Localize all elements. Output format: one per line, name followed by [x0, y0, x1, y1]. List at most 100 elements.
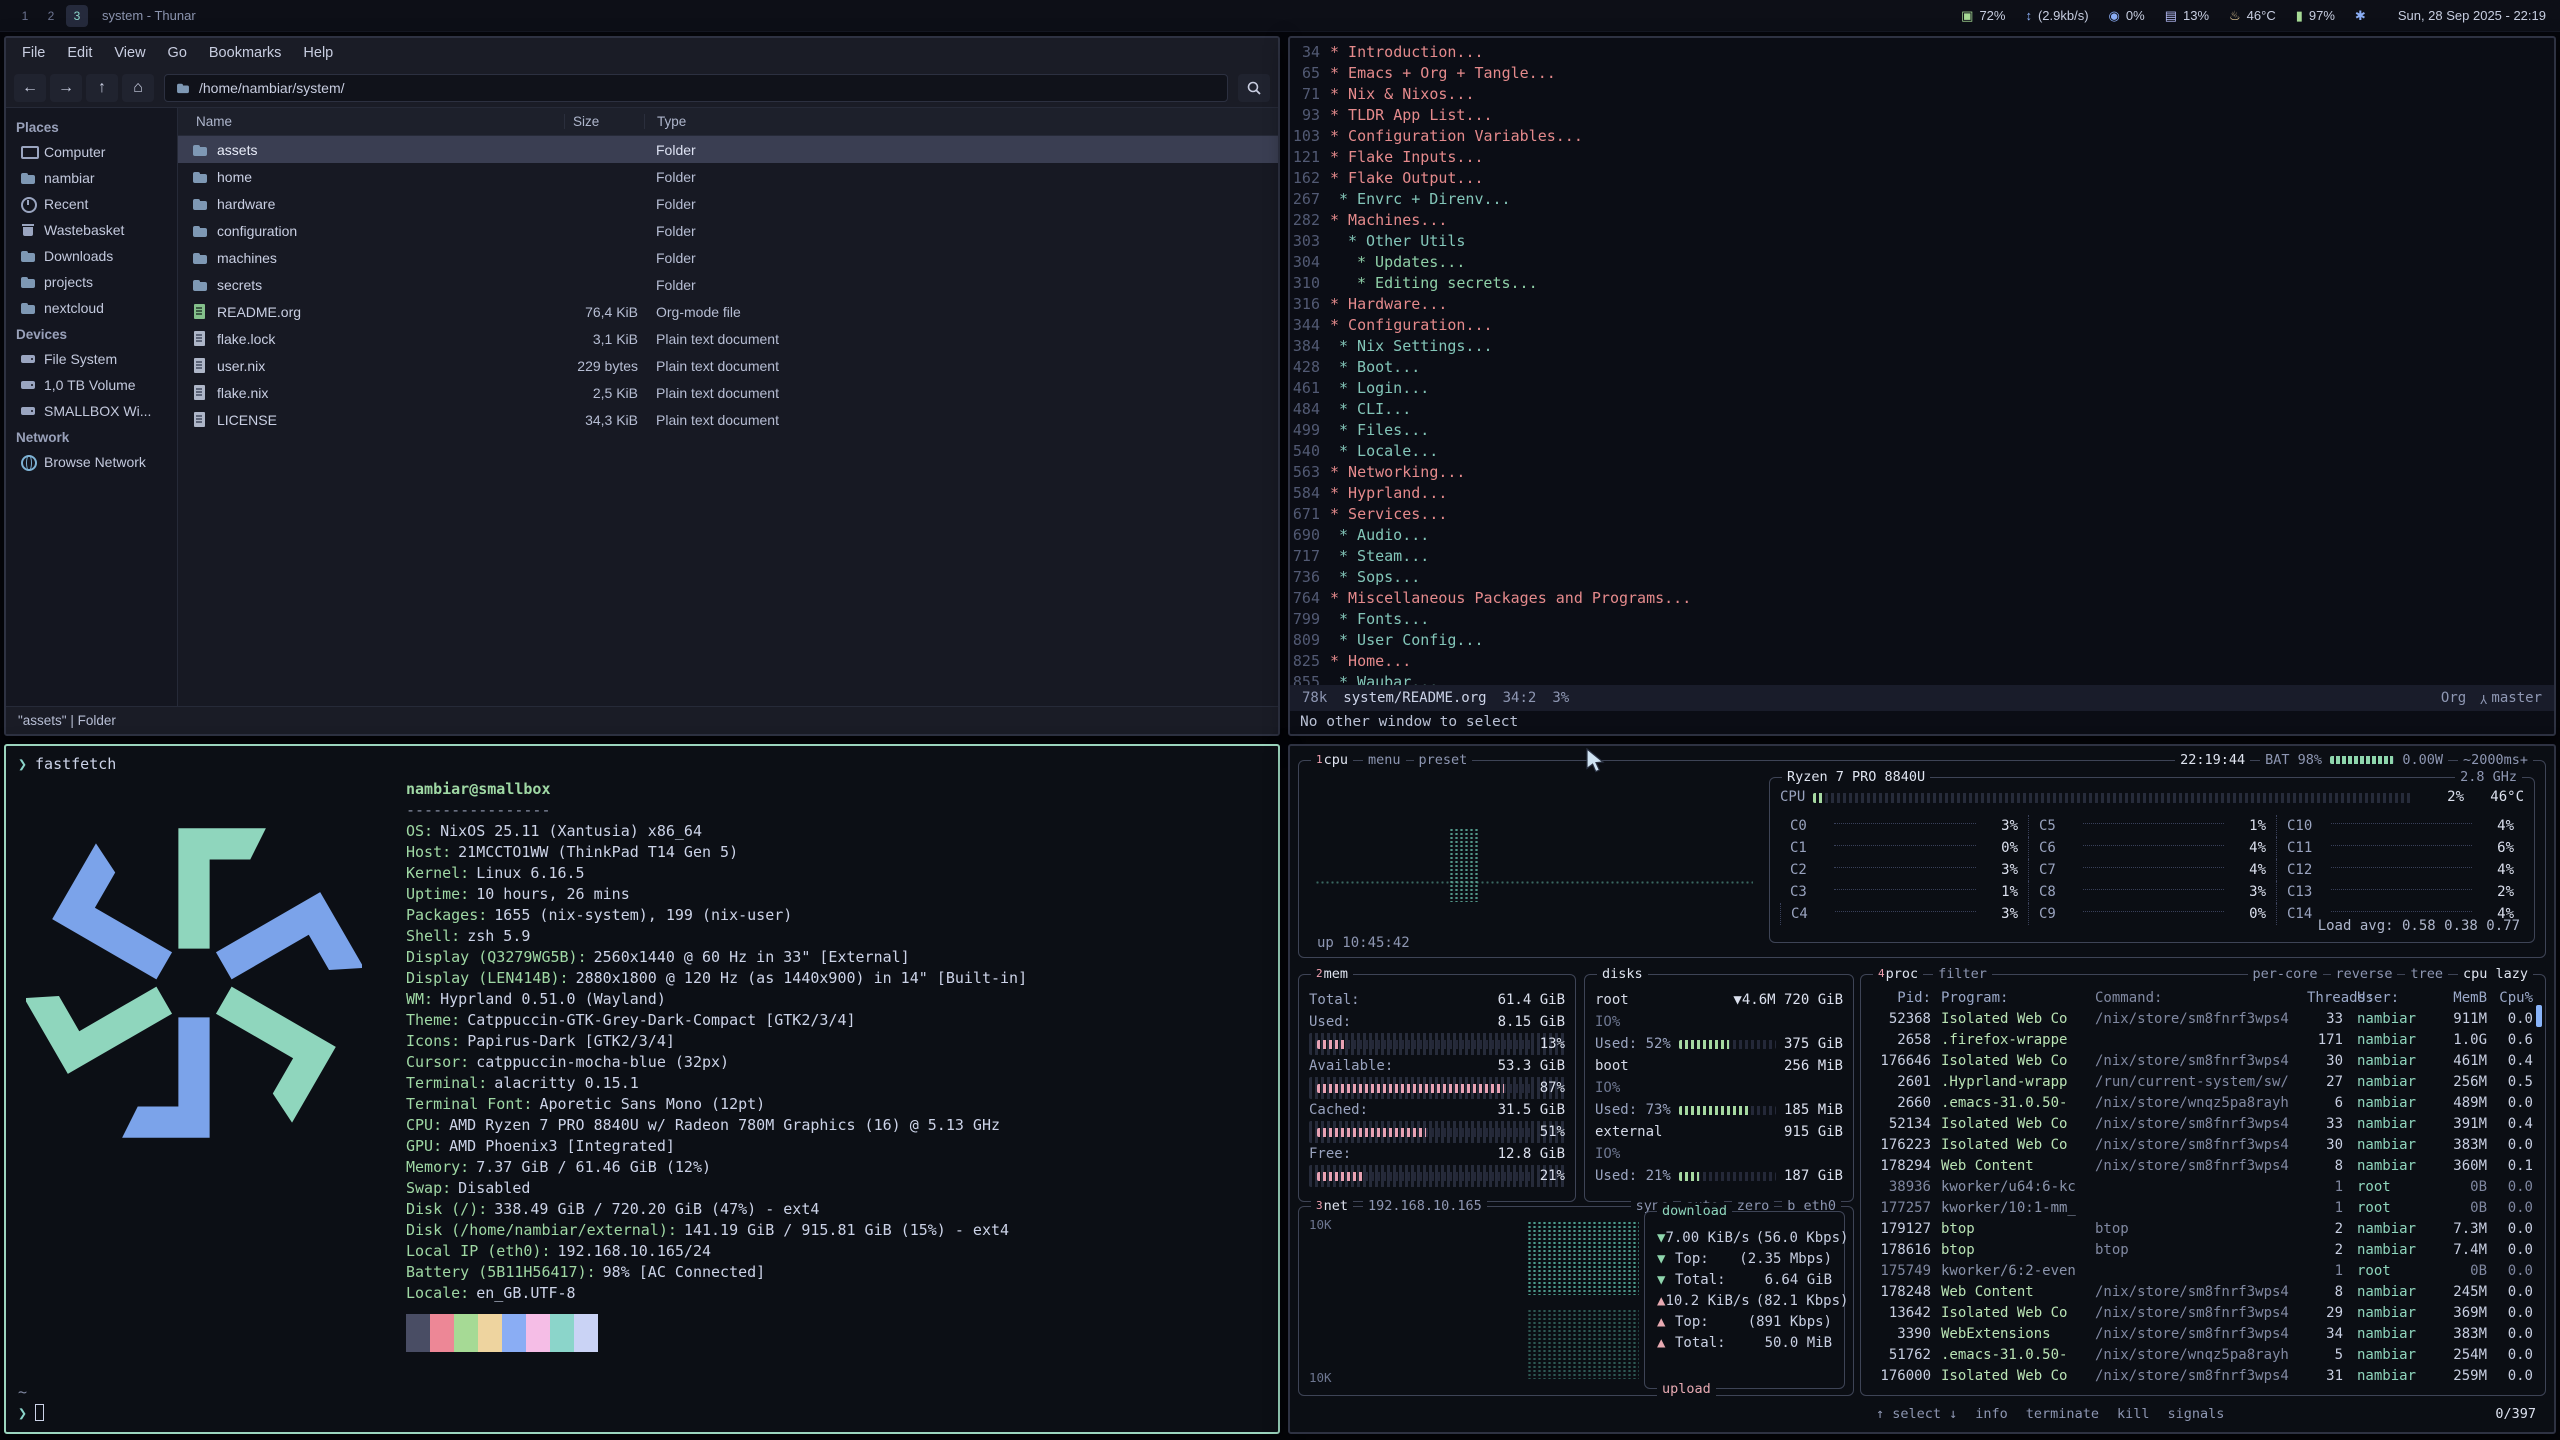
file-row[interactable]: machines Folder — [178, 244, 1278, 271]
org-heading-line[interactable]: 303 * Other Utils — [1290, 231, 2554, 252]
forward-icon[interactable]: → — [50, 74, 82, 102]
sidebar-item[interactable]: nambiar — [6, 165, 177, 191]
org-heading-line[interactable]: 316 * Hardware... — [1290, 294, 2554, 315]
org-heading-line[interactable]: 461 * Login... — [1290, 378, 2554, 399]
col-cpu[interactable]: Cpu% — [2487, 989, 2533, 1008]
org-heading-line[interactable]: 809 * User Config... — [1290, 630, 2554, 651]
shell-prompt[interactable]: ❯ — [18, 1403, 1266, 1424]
org-heading-line[interactable]: 499 * Files... — [1290, 420, 2554, 441]
org-heading-line[interactable]: 121 * Flake Inputs... — [1290, 147, 2554, 168]
org-heading-line[interactable]: 584 * Hyprland... — [1290, 483, 2554, 504]
org-heading-line[interactable]: 799 * Fonts... — [1290, 609, 2554, 630]
process-row[interactable]: 52134 Isolated Web Co /nix/store/sm8fnrf… — [1865, 1114, 2541, 1135]
file-row[interactable]: LICENSE 34,3 KiB Plain text document — [178, 406, 1278, 433]
file-row[interactable]: assets Folder — [178, 136, 1278, 163]
process-row[interactable]: 178294 Web Content /nix/store/sm8fnrf3wp… — [1865, 1156, 2541, 1177]
file-row[interactable]: README.org 76,4 KiB Org-mode file — [178, 298, 1278, 325]
org-heading-line[interactable]: 162 * Flake Output... — [1290, 168, 2554, 189]
org-heading-line[interactable]: 690 * Audio... — [1290, 525, 2554, 546]
file-row[interactable]: flake.lock 3,1 KiB Plain text document — [178, 325, 1278, 352]
process-row[interactable]: 13642 Isolated Web Co /nix/store/sm8fnrf… — [1865, 1303, 2541, 1324]
footer-action[interactable]: terminate — [2026, 1405, 2099, 1424]
workspace-button[interactable]: 3 — [66, 5, 88, 27]
sidebar-item[interactable]: Browse Network — [6, 449, 177, 475]
org-heading-line[interactable]: 65 * Emacs + Org + Tangle... — [1290, 63, 2554, 84]
org-heading-line[interactable]: 93 * TLDR App List... — [1290, 105, 2554, 126]
menu-item[interactable]: Bookmarks — [199, 41, 292, 65]
footer-action[interactable]: ↑ select ↓ — [1876, 1405, 1957, 1424]
sort-selector[interactable]: cpu lazy — [2458, 966, 2533, 982]
org-heading-line[interactable]: 736 * Sops... — [1290, 567, 2554, 588]
org-heading-line[interactable]: 103 * Configuration Variables... — [1290, 126, 2554, 147]
org-heading-line[interactable]: 671 * Services... — [1290, 504, 2554, 525]
process-row[interactable]: 2660 .emacs-31.0.50- /nix/store/wnqz5pa8… — [1865, 1093, 2541, 1114]
org-heading-line[interactable]: 563 * Networking... — [1290, 462, 2554, 483]
process-row[interactable]: 175749 kworker/6:2-even 1 root 0B 0.0 — [1865, 1261, 2541, 1282]
cpu-panel-button[interactable]: preset — [1414, 752, 1473, 768]
file-row[interactable]: home Folder — [178, 163, 1278, 190]
org-heading-line[interactable]: 344 * Configuration... — [1290, 315, 2554, 336]
org-heading-line[interactable]: 34 * Introduction... — [1290, 42, 2554, 63]
process-option[interactable]: tree — [2405, 966, 2448, 982]
process-row[interactable]: 179127 btop btop 2 nambiar 7.3M 0.0 — [1865, 1219, 2541, 1240]
process-option[interactable]: per-core — [2248, 966, 2323, 982]
column-header-size[interactable]: Size — [564, 114, 644, 129]
col-command[interactable]: Command: — [2089, 989, 2307, 1008]
sidebar-item[interactable]: Recent — [6, 191, 177, 217]
filter-button[interactable]: filter — [1933, 966, 1992, 982]
col-pid[interactable]: Pid: — [1873, 989, 1931, 1008]
sidebar-item[interactable]: Computer — [6, 139, 177, 165]
sidebar-item[interactable]: 1,0 TB Volume — [6, 372, 177, 398]
process-row[interactable]: 176223 Isolated Web Co /nix/store/sm8fnr… — [1865, 1135, 2541, 1156]
org-heading-line[interactable]: 717 * Steam... — [1290, 546, 2554, 567]
path-bar[interactable]: /home/nambiar/system/ — [164, 74, 1228, 102]
org-heading-line[interactable]: 825 * Home... — [1290, 651, 2554, 672]
file-row[interactable]: user.nix 229 bytes Plain text document — [178, 352, 1278, 379]
org-heading-line[interactable]: 540 * Locale... — [1290, 441, 2554, 462]
back-icon[interactable]: ← — [14, 74, 46, 102]
footer-action[interactable]: signals — [2167, 1405, 2224, 1424]
process-row[interactable]: 2601 .Hyprland-wrapp /run/current-system… — [1865, 1072, 2541, 1093]
org-heading-line[interactable]: 384 * Nix Settings... — [1290, 336, 2554, 357]
org-heading-line[interactable]: 304 * Updates... — [1290, 252, 2554, 273]
org-heading-line[interactable]: 764 * Miscellaneous Packages and Program… — [1290, 588, 2554, 609]
workspace-button[interactable]: 2 — [40, 5, 62, 27]
cpu-panel-button[interactable]: menu — [1363, 752, 1406, 768]
workspace-button[interactable]: 1 — [14, 5, 36, 27]
process-row[interactable]: 3390 WebExtensions /nix/store/sm8fnrf3wp… — [1865, 1324, 2541, 1345]
home-icon[interactable]: ⌂ — [122, 74, 154, 102]
org-heading-line[interactable]: 484 * CLI... — [1290, 399, 2554, 420]
search-button[interactable] — [1238, 74, 1270, 102]
footer-action[interactable]: info — [1975, 1405, 2008, 1424]
up-icon[interactable]: ↑ — [86, 74, 118, 102]
process-row[interactable]: 177257 kworker/10:1-mm_ 1 root 0B 0.0 — [1865, 1198, 2541, 1219]
org-heading-line[interactable]: 282 * Machines... — [1290, 210, 2554, 231]
process-row[interactable]: 178616 btop btop 2 nambiar 7.4M 0.0 — [1865, 1240, 2541, 1261]
column-header-name[interactable]: Name — [178, 114, 564, 129]
file-row[interactable]: secrets Folder — [178, 271, 1278, 298]
menu-item[interactable]: File — [12, 41, 55, 65]
process-row[interactable]: 176000 Isolated Web Co /nix/store/sm8fnr… — [1865, 1366, 2541, 1387]
col-threads[interactable]: Threads: — [2307, 989, 2343, 1008]
org-heading-line[interactable]: 71 * Nix & Nixos... — [1290, 84, 2554, 105]
process-row[interactable]: 51762 .emacs-31.0.50- /nix/store/wnqz5pa… — [1865, 1345, 2541, 1366]
menu-item[interactable]: Edit — [57, 41, 102, 65]
sidebar-item[interactable]: nextcloud — [6, 295, 177, 321]
process-row[interactable]: 52368 Isolated Web Co /nix/store/sm8fnrf… — [1865, 1009, 2541, 1030]
org-heading-line[interactable]: 855 * Waubar... — [1290, 672, 2554, 685]
process-row[interactable]: 2658 .firefox-wrappe 171 nambiar 1.0G 0.… — [1865, 1030, 2541, 1051]
file-row[interactable]: hardware Folder — [178, 190, 1278, 217]
col-user[interactable]: User: — [2343, 989, 2429, 1008]
process-scrollbar[interactable] — [2536, 1005, 2542, 1027]
menu-item[interactable]: View — [104, 41, 155, 65]
sidebar-item[interactable]: Downloads — [6, 243, 177, 269]
footer-action[interactable]: kill — [2117, 1405, 2150, 1424]
sidebar-item[interactable]: SMALLBOX Wi... — [6, 398, 177, 424]
col-program[interactable]: Program: — [1931, 989, 2089, 1008]
org-heading-line[interactable]: 428 * Boot... — [1290, 357, 2554, 378]
process-row[interactable]: 38936 kworker/u64:6-kc 1 root 0B 0.0 — [1865, 1177, 2541, 1198]
menu-item[interactable]: Help — [293, 41, 343, 65]
file-row[interactable]: flake.nix 2,5 KiB Plain text document — [178, 379, 1278, 406]
column-header-type[interactable]: Type — [644, 114, 1278, 129]
col-mem[interactable]: MemB — [2429, 989, 2487, 1008]
